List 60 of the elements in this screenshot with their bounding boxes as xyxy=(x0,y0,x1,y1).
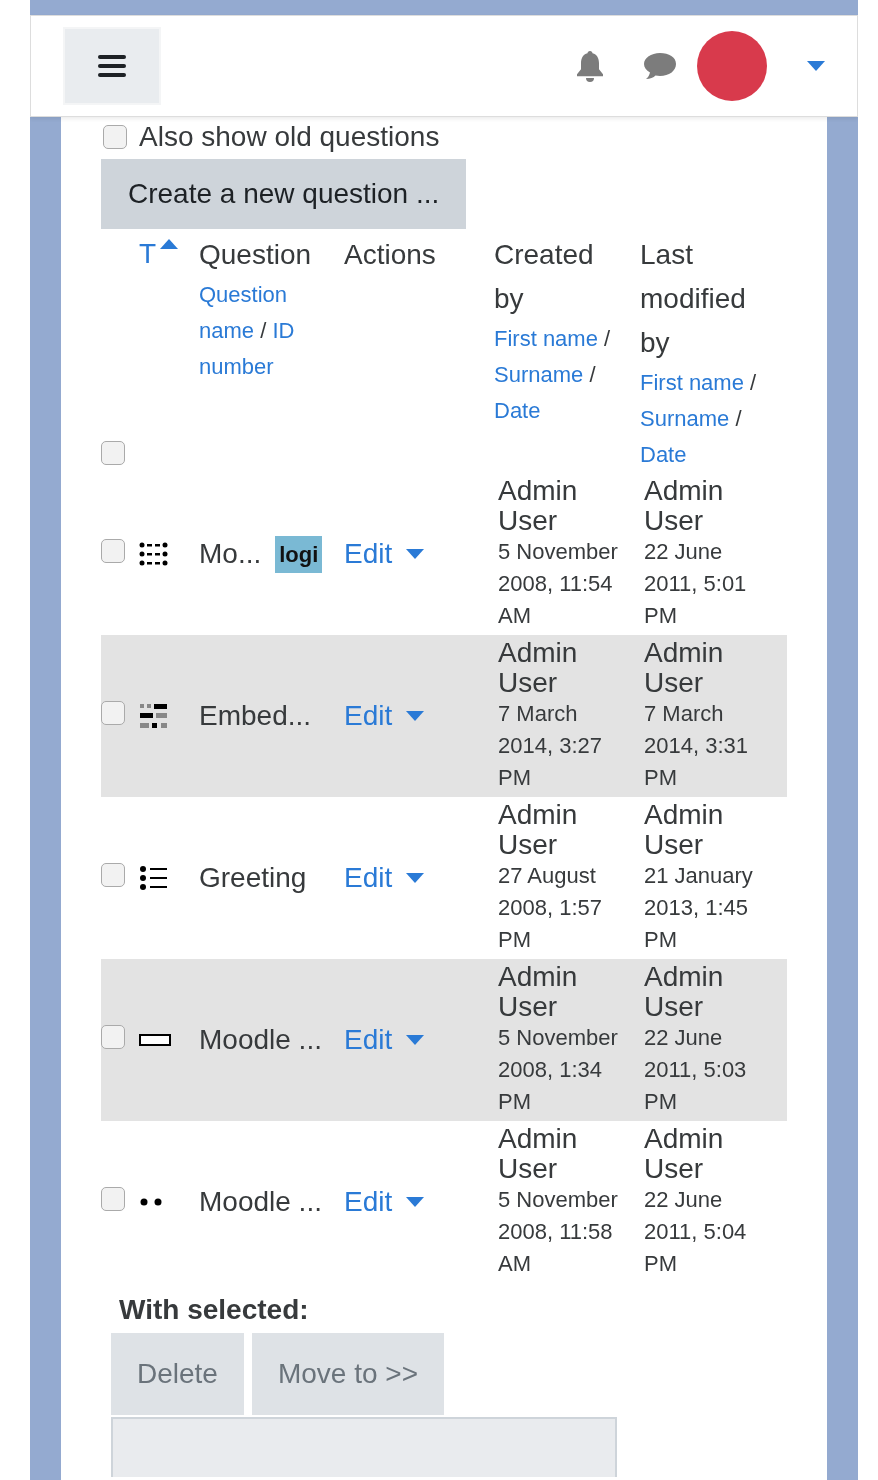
user-name: Admin User xyxy=(644,962,725,1022)
edit-menu-link[interactable]: Edit xyxy=(344,695,425,737)
with-selected-label: With selected: xyxy=(119,1293,310,1327)
caret-down-icon xyxy=(406,711,425,721)
question-name: Moodle ... xyxy=(199,1185,322,1219)
date-text: 22 June 2011, 5:03 PM xyxy=(644,1024,748,1116)
sort-links[interactable]: Question name / ID number xyxy=(199,277,333,385)
question-name: Mo... xyxy=(199,537,262,571)
caret-down-icon xyxy=(406,873,425,883)
date-text: 22 June 2011, 5:01 PM xyxy=(644,538,748,630)
sort-type-link[interactable]: T xyxy=(139,233,179,275)
user-name: Admin User xyxy=(644,638,725,698)
date-text: 5 November 2008, 11:58 AM xyxy=(498,1186,619,1278)
user-name: Admin User xyxy=(498,638,579,698)
column-header: Actions xyxy=(344,238,437,272)
checkbox[interactable] xyxy=(101,700,125,725)
date-text: 21 January 2013, 1:45 PM xyxy=(644,862,754,954)
caret-down-icon xyxy=(406,1197,425,1207)
sort-links[interactable]: First name / Surname / Date xyxy=(640,365,774,473)
user-name: Admin User xyxy=(498,476,579,536)
edit-menu-link[interactable]: Edit xyxy=(344,533,425,575)
menu-icon xyxy=(98,54,126,78)
date-text: 22 June 2011, 5:04 PM xyxy=(644,1186,748,1278)
select-field[interactable] xyxy=(111,1417,617,1477)
user-name: Admin User xyxy=(498,800,579,860)
user-name: Admin User xyxy=(644,800,725,860)
user-name: Admin User xyxy=(644,1124,725,1184)
caret-down-icon xyxy=(406,549,425,559)
user-name: Admin User xyxy=(498,962,579,1022)
date-text: 7 March 2014, 3:31 PM xyxy=(644,700,749,792)
caret-down-icon xyxy=(406,1035,425,1045)
user-name: Admin User xyxy=(644,476,725,536)
column-header: Last modified by xyxy=(640,238,747,360)
create-question-button[interactable]: Create a new question ... xyxy=(101,159,467,229)
edit-menu-link[interactable]: Edit xyxy=(344,857,425,899)
menu-button[interactable] xyxy=(63,27,161,105)
user-name: Admin User xyxy=(498,1124,579,1184)
date-text: 27 August 2008, 1:57 PM xyxy=(498,862,603,954)
date-text: 5 November 2008, 1:34 PM xyxy=(498,1024,619,1116)
edit-menu-link[interactable]: Edit xyxy=(344,1181,425,1223)
caret-down-icon[interactable] xyxy=(807,61,825,71)
date-text: 7 March 2014, 3:27 PM xyxy=(498,700,603,792)
checkbox-label: Also show old questions xyxy=(139,121,440,153)
date-text: 5 November 2008, 11:54 AM xyxy=(498,538,619,630)
notifications-bell-icon[interactable] xyxy=(575,49,605,83)
checkbox[interactable] xyxy=(101,1024,125,1049)
checkbox[interactable] xyxy=(101,1186,125,1211)
sort-links[interactable]: First name / Surname / Date xyxy=(494,321,628,429)
checkbox[interactable] xyxy=(101,538,125,563)
column-header: Question xyxy=(199,238,313,272)
edit-menu-link[interactable]: Edit xyxy=(344,1019,425,1061)
question-name: Moodle ... xyxy=(199,1023,322,1057)
checkbox[interactable] xyxy=(101,862,125,887)
question-name: Greeting xyxy=(199,861,307,895)
select-all-checkbox[interactable] xyxy=(101,441,125,465)
column-header: Created by xyxy=(494,238,595,316)
question-tag: logi xyxy=(275,535,323,573)
checkbox[interactable] xyxy=(103,125,127,149)
question-name: Embed... xyxy=(199,699,312,733)
chat-bubble-icon[interactable] xyxy=(643,51,677,81)
